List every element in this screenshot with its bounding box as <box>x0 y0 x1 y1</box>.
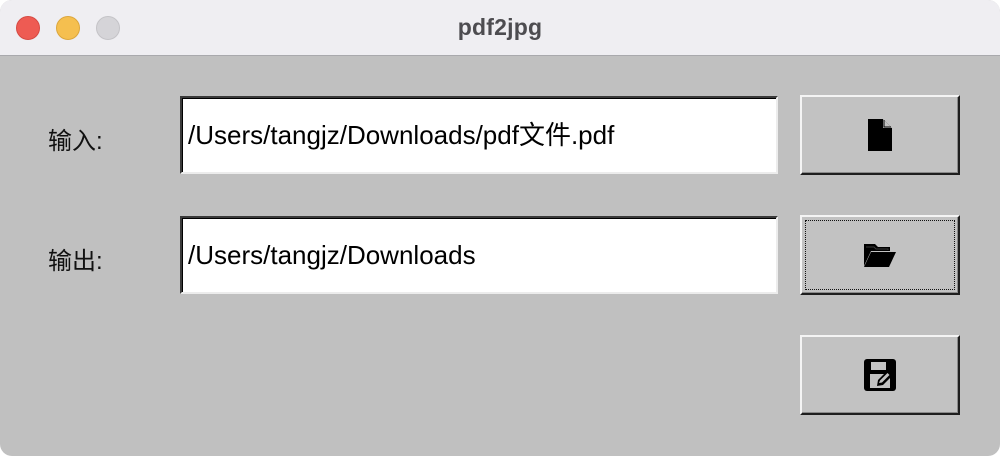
input-path-field[interactable]: /Users/tangjz/Downloads/pdf文件.pdf <box>180 96 778 174</box>
title-bar[interactable]: pdf2jpg <box>0 0 1000 56</box>
convert-save-button[interactable] <box>800 335 960 415</box>
browse-output-folder-button[interactable] <box>800 215 960 295</box>
app-window: pdf2jpg 输入: /Users/tangjz/Downloads/pdf文… <box>0 0 1000 456</box>
output-path-field[interactable]: /Users/tangjz/Downloads <box>180 216 778 294</box>
browse-input-file-button[interactable] <box>800 95 960 175</box>
output-label: 输出: <box>48 248 103 275</box>
window-title: pdf2jpg <box>457 14 543 40</box>
save-edit-icon <box>864 359 896 391</box>
file-icon <box>868 119 892 151</box>
folder-open-icon <box>864 244 896 267</box>
input-label: 输入: <box>48 128 103 155</box>
